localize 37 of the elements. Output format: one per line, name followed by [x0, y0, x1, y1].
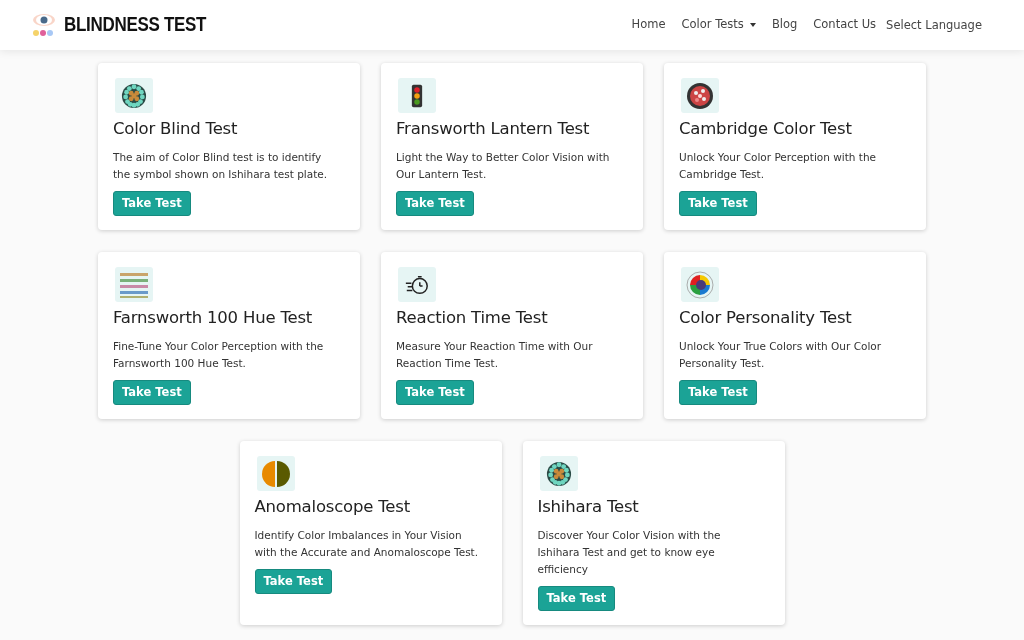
card-title: Fransworth Lantern Test [396, 118, 591, 140]
card-description: Measure Your Reaction Time with Our Reaction Time Test. [396, 338, 594, 371]
card-description: Fine-Tune Your Color Perception with the Farnsworth 100 Hue Test. [113, 338, 325, 371]
nav-link[interactable]: Contact Us [805, 16, 885, 34]
take-test-button[interactable]: Take Test [679, 379, 757, 405]
card-description: Discover Your Color Vision with the Ishihara Test and get to know eye efficiency [537, 527, 722, 577]
language-selector[interactable]: Select Language [884, 17, 992, 35]
nav-link[interactable]: Blog [763, 16, 806, 34]
card-title: Farnsworth 100 Hue Test [113, 307, 314, 329]
card-description: Unlock Your True Colors with Our Color Personality Test. [679, 338, 883, 371]
card-title: Cambridge Color Test [679, 118, 853, 140]
eye-logo-icon [32, 13, 56, 37]
hue-bars-icon [115, 267, 153, 302]
stopwatch-icon [398, 267, 436, 302]
card-title: Anomaloscope Test [254, 496, 411, 518]
color-wheel-icon [681, 267, 719, 302]
take-test-button[interactable]: Take Test [396, 379, 474, 405]
traffic-light-icon [398, 78, 436, 113]
card-description: The aim of Color Blind test is to identify the symbol shown on Ishihara test plate. [113, 149, 329, 182]
card-title: Color Personality Test [679, 307, 853, 329]
card-description: Unlock Your Color Perception with the Cambridge Test. [679, 149, 878, 182]
logo-text: BLINDNESS TEST [64, 12, 207, 38]
take-test-button[interactable]: Take Test [113, 379, 191, 405]
nav-link[interactable]: Home [623, 16, 674, 34]
dotted-plate-icon [115, 78, 153, 113]
card-description: Light the Way to Better Color Vision with Our Lantern Test. [396, 149, 611, 182]
dotted-plate-icon [539, 456, 578, 491]
take-test-button[interactable]: Take Test [113, 190, 191, 216]
card-title: Ishihara Test [537, 496, 640, 518]
take-test-button[interactable]: Take Test [254, 568, 333, 594]
card-title: Color Blind Test [113, 118, 239, 140]
nav-dropdown[interactable]: Color Tests [673, 16, 764, 34]
take-test-button[interactable]: Take Test [679, 190, 757, 216]
card-description: Identify Color Imbalances in Your Vision with the Accurate and Anomaloscope Test. [254, 527, 480, 560]
take-test-button[interactable]: Take Test [537, 585, 616, 611]
take-test-button[interactable]: Take Test [396, 190, 474, 216]
card-title: Reaction Time Test [396, 307, 549, 329]
